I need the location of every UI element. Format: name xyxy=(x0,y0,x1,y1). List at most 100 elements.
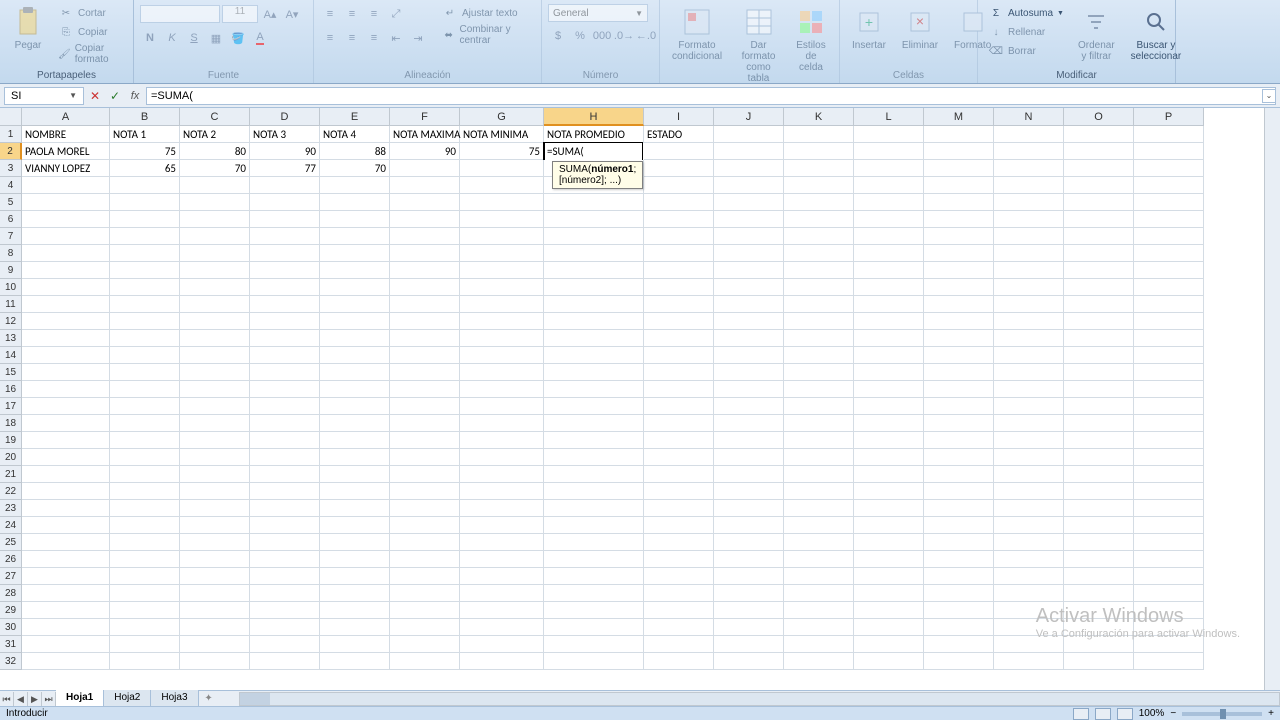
cell[interactable] xyxy=(784,483,854,500)
cell[interactable]: NOTA 2 xyxy=(180,126,250,143)
row-header[interactable]: 14 xyxy=(0,347,22,364)
cell[interactable] xyxy=(924,126,994,143)
row-header[interactable]: 26 xyxy=(0,551,22,568)
column-header[interactable]: B xyxy=(110,108,180,126)
cell[interactable] xyxy=(1064,466,1134,483)
cell[interactable] xyxy=(1134,228,1204,245)
cell[interactable] xyxy=(784,415,854,432)
cell[interactable] xyxy=(854,653,924,670)
cell[interactable] xyxy=(110,398,180,415)
zoom-in-icon[interactable]: + xyxy=(1268,708,1274,719)
cell[interactable] xyxy=(110,585,180,602)
cell[interactable] xyxy=(320,432,390,449)
cell[interactable] xyxy=(714,619,784,636)
cell[interactable] xyxy=(924,432,994,449)
column-header[interactable]: C xyxy=(180,108,250,126)
cell[interactable] xyxy=(22,177,110,194)
cell[interactable] xyxy=(22,432,110,449)
cell[interactable] xyxy=(390,381,460,398)
cell[interactable] xyxy=(544,602,644,619)
cell[interactable] xyxy=(714,432,784,449)
column-header[interactable]: J xyxy=(714,108,784,126)
cell[interactable] xyxy=(460,279,544,296)
cell[interactable] xyxy=(460,415,544,432)
cell[interactable] xyxy=(644,517,714,534)
cell[interactable] xyxy=(854,585,924,602)
cell[interactable] xyxy=(390,483,460,500)
cell[interactable] xyxy=(644,602,714,619)
cell[interactable] xyxy=(320,313,390,330)
column-header[interactable]: H xyxy=(544,108,644,126)
cell[interactable] xyxy=(110,177,180,194)
zoom-slider[interactable] xyxy=(1182,712,1262,716)
cell[interactable] xyxy=(854,568,924,585)
cell[interactable] xyxy=(250,313,320,330)
cell[interactable] xyxy=(180,619,250,636)
cell[interactable] xyxy=(994,245,1064,262)
cell[interactable] xyxy=(320,398,390,415)
cell[interactable] xyxy=(390,296,460,313)
fill-color-button[interactable]: 🪣 xyxy=(228,28,248,48)
cell[interactable] xyxy=(1064,143,1134,160)
cell[interactable] xyxy=(714,160,784,177)
cell[interactable] xyxy=(644,449,714,466)
cell[interactable] xyxy=(714,262,784,279)
row-header[interactable]: 12 xyxy=(0,313,22,330)
currency-icon[interactable]: $ xyxy=(548,26,568,46)
cell[interactable] xyxy=(994,211,1064,228)
cell[interactable] xyxy=(250,330,320,347)
format-painter-button[interactable]: 🖌 Copiar formato xyxy=(54,42,127,66)
cell[interactable] xyxy=(390,449,460,466)
expand-formula-icon[interactable]: ⌄ xyxy=(1262,89,1276,103)
cell[interactable] xyxy=(390,432,460,449)
cell[interactable] xyxy=(320,381,390,398)
cell[interactable] xyxy=(1134,466,1204,483)
cell[interactable] xyxy=(180,398,250,415)
cell[interactable] xyxy=(994,296,1064,313)
cell[interactable] xyxy=(22,279,110,296)
cell[interactable] xyxy=(544,653,644,670)
insert-button[interactable]: + Insertar xyxy=(846,4,892,53)
cell[interactable] xyxy=(1134,330,1204,347)
sheet-tab[interactable]: Hoja1 xyxy=(56,690,104,707)
cell[interactable] xyxy=(644,500,714,517)
cell[interactable] xyxy=(1134,245,1204,262)
bold-button[interactable]: N xyxy=(140,28,160,48)
cell[interactable] xyxy=(180,517,250,534)
cell[interactable] xyxy=(854,483,924,500)
cell[interactable] xyxy=(784,568,854,585)
italic-button[interactable]: K xyxy=(162,28,182,48)
cell[interactable] xyxy=(784,364,854,381)
normal-view-icon[interactable] xyxy=(1073,708,1089,720)
cell[interactable] xyxy=(1134,296,1204,313)
cell[interactable] xyxy=(1064,160,1134,177)
cell[interactable] xyxy=(644,636,714,653)
name-box[interactable]: SI ▼ xyxy=(4,87,84,105)
cell[interactable] xyxy=(1064,347,1134,364)
cell[interactable] xyxy=(854,432,924,449)
cell[interactable] xyxy=(110,245,180,262)
cell[interactable] xyxy=(250,415,320,432)
cell[interactable] xyxy=(544,500,644,517)
cell[interactable] xyxy=(714,211,784,228)
cell[interactable] xyxy=(644,279,714,296)
cell[interactable] xyxy=(460,381,544,398)
cell[interactable] xyxy=(390,636,460,653)
cell[interactable] xyxy=(924,585,994,602)
cell[interactable] xyxy=(1064,415,1134,432)
cell[interactable] xyxy=(22,347,110,364)
cell[interactable] xyxy=(994,534,1064,551)
row-header[interactable]: 30 xyxy=(0,619,22,636)
cell[interactable] xyxy=(714,517,784,534)
cell[interactable] xyxy=(460,619,544,636)
cell[interactable] xyxy=(22,466,110,483)
cell[interactable] xyxy=(320,364,390,381)
cell[interactable] xyxy=(924,449,994,466)
cell[interactable] xyxy=(714,143,784,160)
cell[interactable] xyxy=(784,381,854,398)
cell[interactable] xyxy=(994,279,1064,296)
cell[interactable] xyxy=(250,517,320,534)
cell[interactable] xyxy=(180,602,250,619)
cell[interactable] xyxy=(22,619,110,636)
cell[interactable] xyxy=(854,551,924,568)
